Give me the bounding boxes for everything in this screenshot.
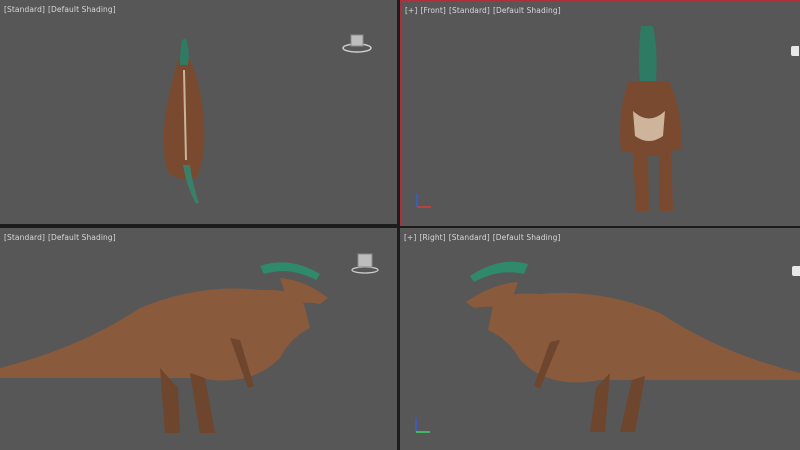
- viewport-right[interactable]: [+] [Right] [Standard] [Default Shading]: [400, 228, 800, 450]
- parasaurolophus-model: [466, 261, 800, 432]
- viewport-front[interactable]: [+] [Front] [Standard] [Default Shading]: [400, 0, 800, 226]
- parasaurolophus-model: [0, 262, 328, 433]
- viewport-top-left[interactable]: [Standard] [Default Shading]: [0, 0, 397, 224]
- parasaurolophus-model: [620, 26, 682, 211]
- viewport-bottom-left[interactable]: [Standard] [Default Shading]: [0, 228, 397, 450]
- parasaurolophus-model: [163, 38, 205, 204]
